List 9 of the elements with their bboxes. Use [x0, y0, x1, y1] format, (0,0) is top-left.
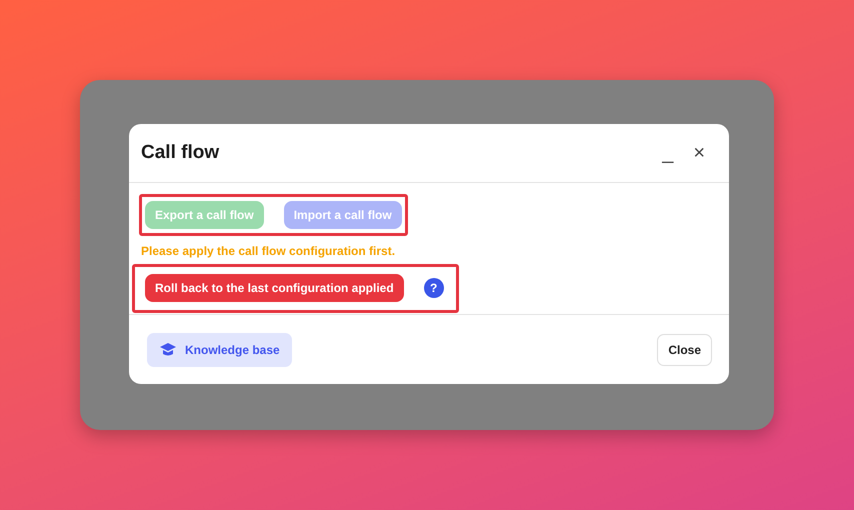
- close-button[interactable]: ×: [683, 142, 715, 164]
- help-icon[interactable]: ?: [424, 278, 444, 298]
- dialog-title: Call flow: [141, 142, 220, 164]
- rollback-button[interactable]: Roll back to the last configuration applied: [145, 274, 404, 302]
- warning-text: Please apply the call flow configuration first.: [141, 244, 396, 258]
- knowledge-base-button[interactable]: Knowledge base: [147, 332, 292, 366]
- close-dialog-button[interactable]: Close: [657, 334, 712, 366]
- graduation-cap-icon: [159, 342, 177, 358]
- minimize-button[interactable]: _: [652, 142, 684, 164]
